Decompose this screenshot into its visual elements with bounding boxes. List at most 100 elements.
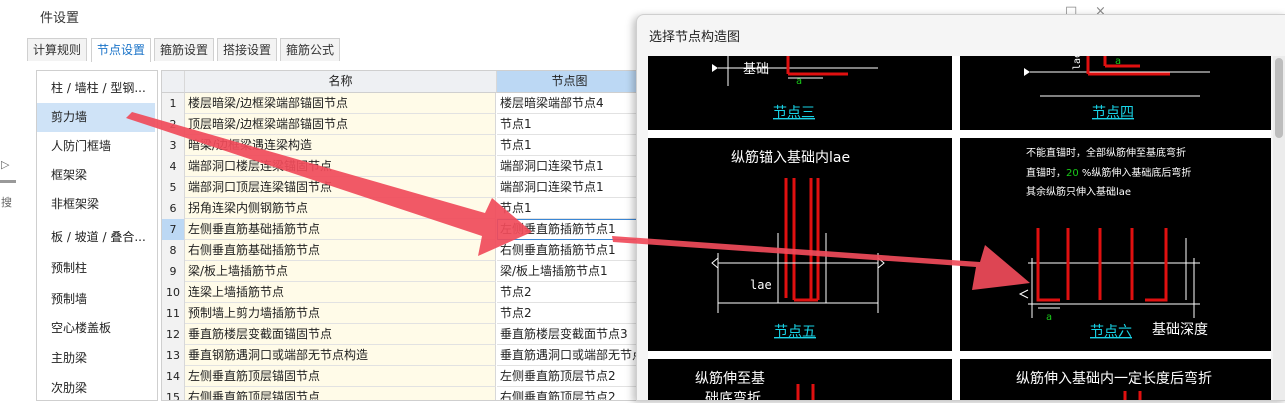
row-name-cell: 预制墙上剪力墙插筋节点	[185, 303, 496, 324]
table-row[interactable]: 14 左侧垂直筋顶层锚固节点 左侧垂直筋顶层节点2	[162, 366, 642, 388]
node-3-a-label: a	[796, 76, 802, 87]
row-node-cell[interactable]: 左侧垂直筋插筋节点1	[497, 219, 642, 240]
node-6-diagram: 不能直锚时，全部纵筋伸至基底弯折 直锚时，20 %纵筋伸入基础底后弯折 其余纵筋…	[1018, 146, 1208, 340]
category-item[interactable]: 人防门框墙	[37, 132, 155, 161]
row-number: 5	[162, 177, 185, 199]
row-node-cell[interactable]: 节点1	[497, 198, 642, 219]
row-name-cell: 右侧垂直筋基础插筋节点	[185, 240, 496, 261]
table-row[interactable]: 1 楼层暗梁/边框梁端部锚固节点 楼层暗梁端部节点4	[162, 93, 642, 115]
node-6-line2-suffix: %纵筋伸入基础底后弯折	[1079, 166, 1192, 179]
row-node-cell[interactable]: 垂直筋楼层变截面节点3	[497, 324, 642, 345]
tab-stirrup-formula[interactable]: 箍筋公式	[280, 38, 341, 61]
row-name-cell: 左侧垂直筋顶层锚固节点	[185, 366, 496, 387]
category-item[interactable]: 预制墙	[37, 285, 155, 314]
table-row[interactable]: 4 端部洞口楼层连梁锚固节点 端部洞口连梁节点1	[162, 156, 642, 178]
row-name-cell: 端部洞口顶层连梁锚固节点	[185, 177, 496, 198]
expand-icon[interactable]: ▷	[1, 158, 9, 171]
node-panel-8[interactable]: 纵筋伸入基础内一定长度后弯折	[960, 359, 1271, 400]
row-node-cell[interactable]: 梁/板上墙插筋节点1	[497, 261, 642, 282]
node-4-diagram: lae a 节点四	[1024, 56, 1210, 121]
scroll-thumb[interactable]	[1275, 58, 1283, 138]
tab-node-settings[interactable]: 节点设置	[91, 38, 152, 62]
node-6-line1: 不能直锚时，全部纵筋伸至基底弯折	[1026, 146, 1186, 159]
node-4-caption: 节点四	[1092, 105, 1134, 121]
category-item[interactable]: 非框架梁	[37, 190, 155, 219]
row-number: 1	[162, 93, 185, 115]
category-list: 柱 / 墙柱 / 型钢... 剪力墙 人防门框墙 框架梁 非框架梁 板 / 坡道…	[36, 70, 158, 401]
node-6-line2-prefix: 直锚时，	[1026, 166, 1066, 179]
tab-lap-settings[interactable]: 搭接设置	[217, 38, 278, 61]
table-row[interactable]: 12 垂直筋楼层变截面锚固节点 垂直筋楼层变截面节点3	[162, 324, 642, 346]
row-number: 12	[162, 324, 185, 346]
node-scrollbar[interactable]	[1273, 56, 1285, 400]
node-4-a-label: a	[1115, 56, 1121, 67]
row-name-cell: 垂直钢筋遇洞口或端部无节点构造	[185, 345, 496, 366]
row-node-cell[interactable]: 节点1	[497, 114, 642, 135]
row-node-cell[interactable]: 左侧垂直筋顶层节点2	[497, 366, 642, 387]
table-row[interactable]: 8 右侧垂直筋基础插筋节点 右侧垂直筋插筋节点1	[162, 240, 642, 262]
row-node-cell[interactable]: 右侧垂直筋插筋节点1	[497, 240, 642, 261]
node-panel-7[interactable]: 纵筋伸至基 础底弯折	[648, 359, 952, 400]
row-name-cell: 垂直筋楼层变截面锚固节点	[185, 324, 496, 345]
table-row[interactable]: 2 顶层暗梁/边框梁端部锚固节点 节点1	[162, 114, 642, 136]
node-table: 名称 节点图 1 楼层暗梁/边框梁端部锚固节点 楼层暗梁端部节点4 2 顶层暗梁/边框梁…	[161, 70, 643, 401]
node-5-heading: 纵筋锚入基础内lae	[731, 149, 850, 166]
row-number: 2	[162, 114, 185, 136]
row-node-cell[interactable]: 垂直筋遇洞口或端部无节点	[497, 345, 642, 366]
row-node-cell[interactable]: 节点2	[497, 282, 642, 303]
category-item[interactable]: 板 / 坡道 / 叠合...	[37, 223, 155, 252]
row-name-cell: 端部洞口楼层连梁锚固节点	[185, 156, 496, 177]
node-panel-4[interactable]: lae a 节点四	[960, 56, 1271, 130]
row-number: 3	[162, 135, 185, 157]
node-panel-5[interactable]: 纵筋锚入基础内lae lae 节点五	[648, 138, 952, 351]
row-name-cell: 拐角连梁内侧钢筋节点	[185, 198, 496, 219]
category-item-selected[interactable]: 剪力墙	[37, 103, 155, 132]
node-5-caption: 节点五	[774, 324, 816, 340]
row-name-cell: 梁/板上墙插筋节点	[185, 261, 496, 282]
table-row[interactable]: 5 端部洞口顶层连梁锚固节点 端部洞口连梁节点1	[162, 177, 642, 199]
table-row[interactable]: 9 梁/板上墙插筋节点 梁/板上墙插筋节点1	[162, 261, 642, 283]
row-node-cell[interactable]: 节点1	[497, 135, 642, 156]
node-picker-window: 选择节点构造图 a 基础 节点三 lae a 节点四 纵筋锚入基础内lae la…	[636, 14, 1285, 401]
node-column-header[interactable]: 节点图	[497, 71, 642, 93]
row-node-cell[interactable]: 端部洞口连梁节点1	[497, 156, 642, 177]
svg-text:直锚时，20 %纵筋伸入基础底后弯折: 直锚时，20 %纵筋伸入基础底后弯折	[1026, 166, 1191, 179]
node-6-a-label: a	[1046, 312, 1052, 323]
node-6-percent-value: 20	[1066, 168, 1079, 179]
category-item[interactable]: 空心楼盖板	[37, 314, 155, 343]
table-row[interactable]: 6 拐角连梁内侧钢筋节点 节点1	[162, 198, 642, 220]
table-row[interactable]: 7 左侧垂直筋基础插筋节点 左侧垂直筋插筋节点1	[162, 219, 642, 241]
table-row[interactable]: 10 连梁上墙插筋节点 节点2	[162, 282, 642, 304]
table-row[interactable]: 11 预制墙上剪力墙插筋节点 节点2	[162, 303, 642, 325]
node-7-heading-1: 纵筋伸至基	[695, 370, 765, 387]
category-item[interactable]: 框架梁	[37, 161, 155, 190]
table-row[interactable]: 13 垂直钢筋遇洞口或端部无节点构造 垂直筋遇洞口或端部无节点	[162, 345, 642, 367]
row-node-cell[interactable]: 节点2	[497, 303, 642, 324]
node-4-lae-label: lae	[1072, 56, 1083, 70]
row-name-cell: 顶层暗梁/边框梁端部锚固节点	[185, 114, 496, 135]
row-node-cell[interactable]: 端部洞口连梁节点1	[497, 177, 642, 198]
category-item[interactable]: 主肋梁	[37, 344, 155, 373]
node-panel-6[interactable]: 不能直锚时，全部纵筋伸至基底弯折 直锚时，20 %纵筋伸入基础底后弯折 其余纵筋…	[960, 138, 1271, 351]
row-number: 8	[162, 240, 185, 262]
node-6-line3: 其余纵筋只伸入基础lae	[1026, 185, 1131, 198]
row-number: 9	[162, 261, 185, 283]
row-name-cell: 楼层暗梁/边框梁端部锚固节点	[185, 93, 496, 114]
name-column-header[interactable]: 名称	[185, 71, 497, 93]
node-6-depth-label: 基础深度	[1152, 321, 1208, 338]
node-panel-3[interactable]: a 基础 节点三	[648, 56, 952, 130]
category-item[interactable]: 柱 / 墙柱 / 型钢...	[37, 74, 155, 103]
search-fragment: 搜	[1, 196, 12, 209]
row-number: 4	[162, 156, 185, 178]
tab-calc-rules[interactable]: 计算规则	[27, 38, 88, 61]
tab-stirrup-settings[interactable]: 箍筋设置	[154, 38, 215, 61]
table-row[interactable]: 3 暗梁/边框梁遇连梁构造 节点1	[162, 135, 642, 157]
row-number: 14	[162, 366, 185, 388]
node-5-lae-label: lae	[750, 278, 772, 292]
node-3-diagram: a 基础 节点三	[712, 56, 878, 121]
node-5-diagram: 纵筋锚入基础内lae lae 节点五	[711, 149, 885, 340]
node-7-diagram: 纵筋伸至基 础底弯折	[695, 370, 815, 400]
row-node-cell[interactable]: 楼层暗梁端部节点4	[497, 93, 642, 114]
node-diagram-area: a 基础 节点三 lae a 节点四 纵筋锚入基础内lae lae 节点五 不能…	[648, 56, 1271, 400]
category-item[interactable]: 预制柱	[37, 254, 155, 283]
